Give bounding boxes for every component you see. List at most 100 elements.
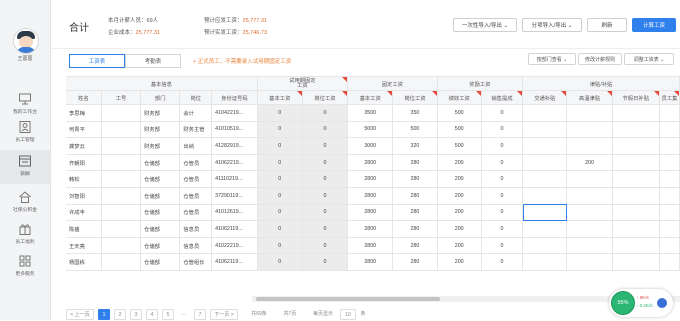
table-cell[interactable]: 0 [302,170,349,188]
table-cell[interactable]: 200 [437,204,482,222]
table-cell[interactable]: 许成丰 [66,204,102,222]
table-row[interactable]: 韩松 仓储部 仓管员 41110219... 0 0 2800 280 200 0 [66,170,680,188]
table-cell[interactable]: 0 [302,253,349,271]
table-cell[interactable]: 41062119... [211,253,258,271]
table-cell[interactable]: 41110219... [211,170,258,188]
column-header[interactable]: 绩效工资 [437,90,482,105]
table-row[interactable]: 何青平 财务部 财务主管 41010519... 0 0 5000 500 500 0 [66,121,680,139]
table-cell[interactable]: 0 [257,104,303,122]
table-cell[interactable] [566,104,613,122]
calculate-salary-button[interactable]: 计算工资 [632,18,676,32]
table-cell[interactable] [522,220,568,238]
table-cell[interactable]: 仓管组长 [179,253,213,271]
table-cell[interactable]: 财务部 [140,121,181,139]
table-cell[interactable]: 41022219... [211,237,258,255]
table-cell[interactable]: 刘智阳 [66,187,102,205]
table-cell[interactable]: 仓管员 [179,170,213,188]
table-cell[interactable]: 2800 [347,187,394,205]
table-cell[interactable]: 0 [481,237,524,255]
table-cell[interactable]: 2800 [347,154,394,172]
column-header[interactable]: 姓名 [66,90,102,105]
table-row[interactable]: 王天亮 仓储部 信息员 41022219... 0 0 2800 280 200 0 [66,237,680,255]
table-cell[interactable] [612,187,660,205]
page-5-button[interactable]: 5 [162,309,174,320]
table-cell[interactable] [566,253,613,271]
table-cell[interactable] [612,170,660,188]
table-cell[interactable]: 0 [481,187,524,205]
column-header[interactable]: 基本工资 [257,90,303,105]
modify-rules-button[interactable]: 修改计薪规则 [578,53,622,65]
split-import-export-button[interactable]: 分项导入/导出 ⌄ [522,18,582,32]
table-cell[interactable]: 陈盛 [66,220,102,238]
page-4-button[interactable]: 4 [146,309,158,320]
table-cell[interactable]: 200 [437,237,482,255]
table-cell[interactable]: 仓储部 [140,204,181,222]
table-cell[interactable] [522,204,568,222]
table-cell[interactable] [522,104,568,122]
table-cell[interactable]: 0 [302,204,349,222]
table-cell[interactable]: 2800 [347,220,394,238]
table-cell[interactable] [101,220,142,238]
table-cell[interactable]: 200 [566,154,613,172]
table-cell[interactable] [659,187,680,205]
table-cell[interactable]: 280 [392,154,438,172]
column-header[interactable]: 基本工资 [347,90,394,105]
table-cell[interactable]: 李思梅 [66,104,102,122]
table-cell[interactable] [612,237,660,255]
sidebar-item-more-services[interactable]: 更多服务 [0,250,50,284]
tab-attendance-table[interactable]: 考勤表 [125,54,181,68]
table-cell[interactable]: 2800 [347,170,394,188]
table-cell[interactable]: 龚梦云 [66,137,102,155]
page-size-select[interactable]: 10 [340,309,356,320]
table-cell[interactable]: 2800 [347,253,394,271]
table-cell[interactable] [101,204,142,222]
table-cell[interactable] [101,104,142,122]
table-cell[interactable]: 0 [302,104,349,122]
table-cell[interactable]: 0 [302,237,349,255]
table-cell[interactable]: 仓储部 [140,170,181,188]
table-cell[interactable] [101,237,142,255]
table-cell[interactable]: 仓储部 [140,187,181,205]
table-cell[interactable] [566,204,613,222]
table-row[interactable]: 陈盛 仓储部 信息员 41062119... 0 0 2800 280 200 0 [66,220,680,238]
table-cell[interactable]: 0 [302,187,349,205]
table-cell[interactable] [101,187,142,205]
sidebar-item-welfare[interactable]: 员工福利 [0,218,50,252]
table-cell[interactable] [522,187,568,205]
table-cell[interactable] [612,121,660,139]
column-header[interactable]: 高温津贴 [566,90,613,105]
table-cell[interactable]: 280 [392,237,438,255]
table-cell[interactable]: 0 [481,104,524,122]
table-cell[interactable] [612,220,660,238]
table-cell[interactable]: 0 [481,204,524,222]
table-cell[interactable] [659,220,680,238]
table-cell[interactable] [612,104,660,122]
table-cell[interactable] [659,121,680,139]
network-monitor-widget[interactable]: 55% ↑ 8K/s ↓ 0.2K/s [609,289,673,317]
table-cell[interactable] [612,204,660,222]
table-cell[interactable]: 41042219... [211,104,258,122]
table-row[interactable]: 杨国栋 仓储部 仓管组长 41062119... 0 0 2800 280 200 0 [66,253,680,271]
avatar[interactable] [13,28,39,54]
column-header[interactable]: 岗位工资 [302,90,349,105]
table-cell[interactable]: 500 [392,121,438,139]
table-cell[interactable] [659,237,680,255]
table-cell[interactable] [566,187,613,205]
table-cell[interactable]: 信息员 [179,220,213,238]
table-cell[interactable]: 0 [481,121,524,139]
table-cell[interactable] [566,121,613,139]
table-cell[interactable]: 齐朝阳 [66,154,102,172]
table-cell[interactable]: 出纳 [179,137,213,155]
table-cell[interactable] [101,137,142,155]
table-cell[interactable]: 200 [437,220,482,238]
table-cell[interactable] [522,154,568,172]
prev-page-button[interactable]: < 上一页 [66,309,94,320]
table-cell[interactable]: 0 [302,137,349,155]
column-header[interactable]: 岗位 [179,90,213,105]
table-cell[interactable]: 0 [257,204,303,222]
table-cell[interactable]: 2800 [347,204,394,222]
table-cell[interactable]: 280 [392,220,438,238]
view-by-department-button[interactable]: 按部门查看 ⌄ [528,53,576,65]
table-cell[interactable]: 杨国栋 [66,253,102,271]
table-cell[interactable]: 王天亮 [66,237,102,255]
